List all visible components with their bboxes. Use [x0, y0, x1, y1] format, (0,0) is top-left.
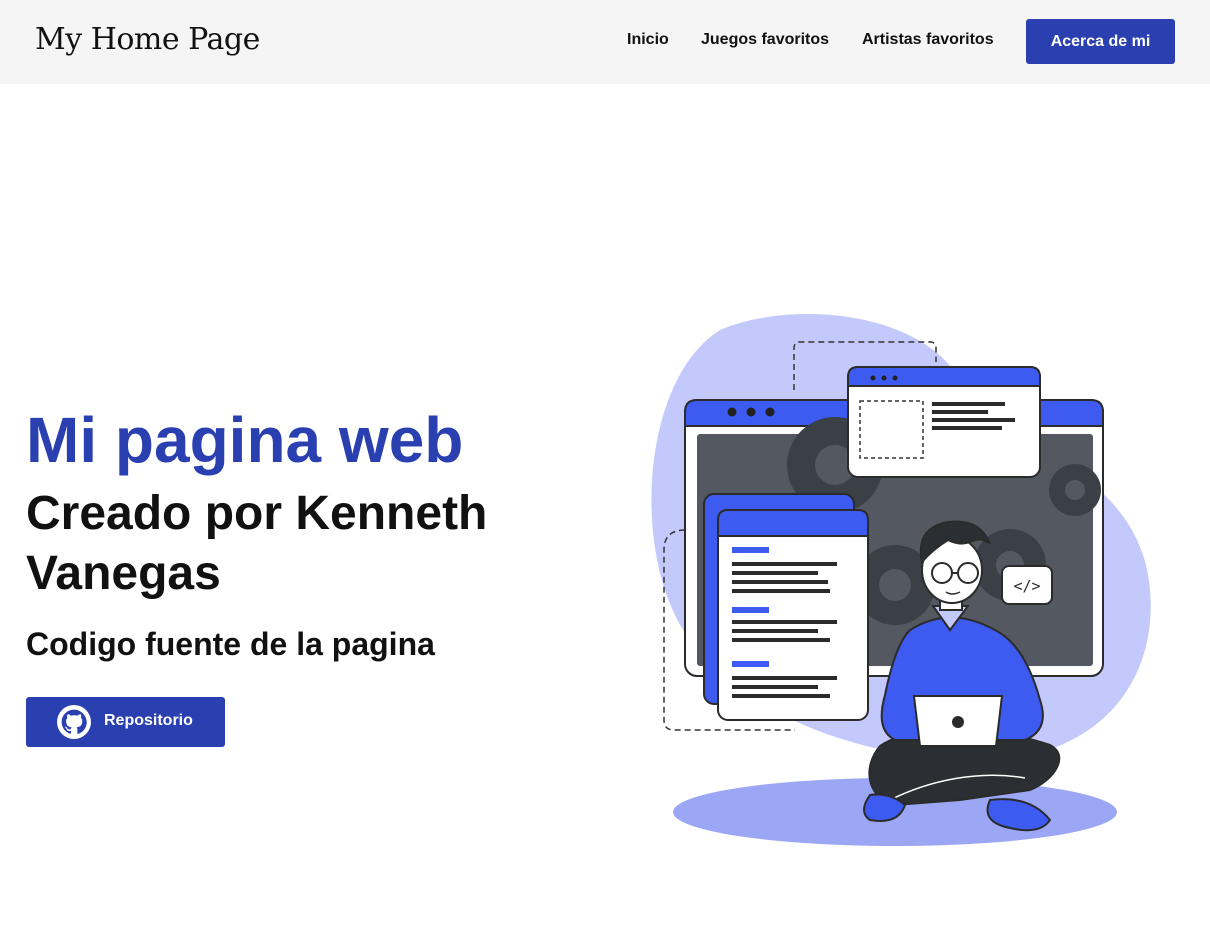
acerca-de-mi-button[interactable]: Acerca de mi	[1026, 19, 1175, 64]
github-icon	[57, 705, 91, 739]
developer-illustration: </>	[651, 314, 1151, 846]
nav-link-inicio[interactable]: Inicio	[627, 31, 669, 49]
repositorio-button[interactable]: Repositorio	[26, 697, 225, 747]
repositorio-label: Repositorio	[104, 712, 193, 729]
laptop	[912, 695, 1004, 747]
hero-title: Mi pagina web	[26, 404, 464, 476]
document-window	[703, 493, 869, 721]
code-preview-window	[847, 366, 1041, 478]
code-tag-badge: </>	[1001, 565, 1053, 605]
hero-subtitle: Creado por Kenneth Vanegas	[26, 487, 488, 600]
brand-logo[interactable]: My Home Page	[35, 22, 260, 57]
navbar: My Home Page Inicio Juegos favoritos Art…	[0, 0, 1210, 84]
nav-link-juegos-favoritos[interactable]: Juegos favoritos	[701, 31, 829, 49]
code-tag-text: </>	[1013, 577, 1040, 595]
nav-link-artistas-favoritos[interactable]: Artistas favoritos	[862, 31, 994, 49]
source-code-heading: Codigo fuente de la pagina	[26, 626, 435, 662]
